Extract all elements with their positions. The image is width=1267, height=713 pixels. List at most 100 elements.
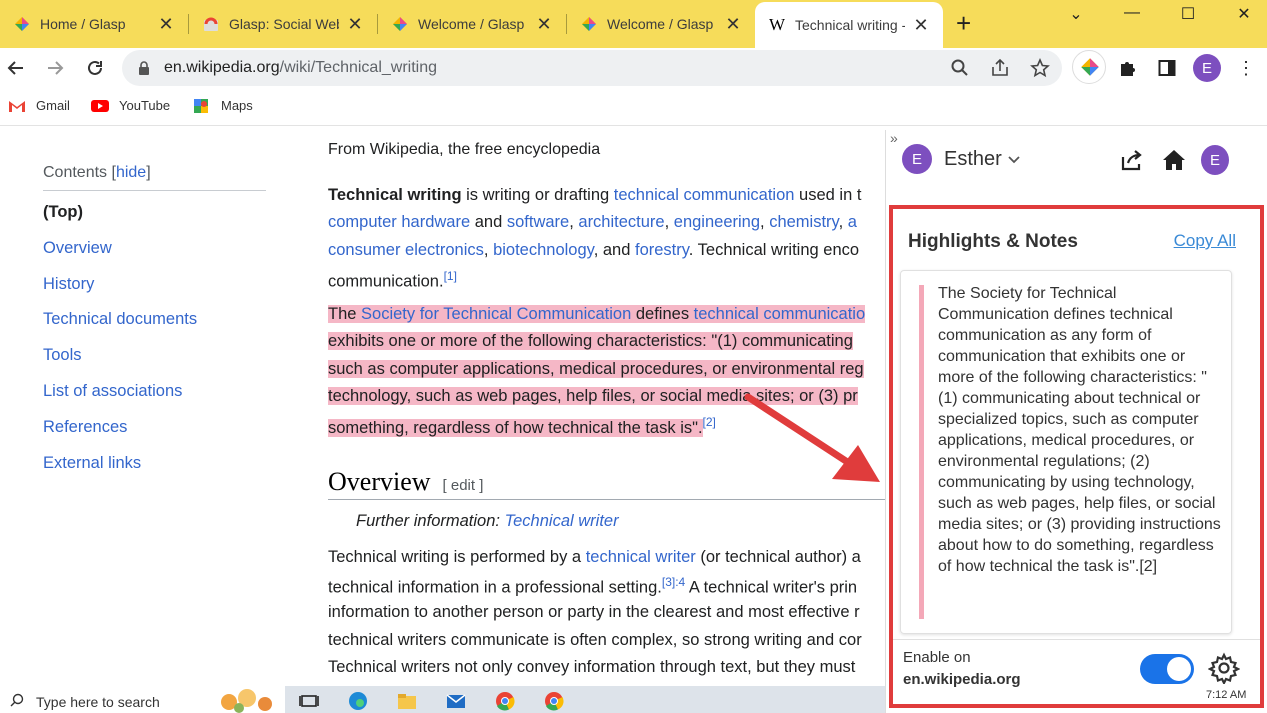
close-icon[interactable]: ✕	[158, 14, 174, 35]
tab-technical-writing[interactable]: W Technical writing - ✕	[755, 2, 943, 48]
toc-item-tools[interactable]: Tools	[43, 338, 266, 374]
url-text[interactable]: en.wikipedia.org/wiki/Technical_writing	[164, 59, 437, 77]
divider	[893, 639, 1260, 640]
menu-kebab-icon[interactable]: ⋮	[1232, 54, 1260, 82]
link[interactable]: computer hardware	[328, 213, 470, 231]
chevron-down-icon[interactable]: ⌄	[1066, 4, 1086, 24]
chrome-icon[interactable]	[494, 690, 516, 712]
profile-button[interactable]: E	[1193, 54, 1221, 82]
citation-link[interactable]: [1]	[444, 269, 457, 283]
toc-item-list-of-associations[interactable]: List of associations	[43, 374, 266, 410]
highlight-card[interactable]: The Society for Technical Communication …	[900, 270, 1232, 634]
close-icon[interactable]: ✕	[536, 14, 552, 35]
new-tab-button[interactable]: +	[956, 10, 971, 36]
share-icon[interactable]	[990, 58, 1010, 78]
glasp-icon	[582, 17, 596, 31]
gmail-icon	[9, 100, 25, 112]
text: used in t	[794, 186, 862, 204]
link[interactable]: consumer electronics	[328, 241, 484, 259]
link[interactable]: biotechnology	[493, 241, 594, 259]
close-icon[interactable]: ✕	[913, 15, 929, 36]
task-view-icon[interactable]	[298, 690, 320, 712]
link[interactable]: technical communication	[614, 186, 795, 204]
highlighted-line: something, regardless of how technical t…	[328, 415, 716, 438]
tab-title: Glasp: Social Web	[229, 16, 339, 32]
glasp-icon	[393, 17, 407, 31]
toc-item-top[interactable]: (Top)	[43, 195, 266, 231]
link[interactable]: a	[848, 213, 857, 231]
glasp-icon	[15, 17, 29, 31]
paragraph-line: consumer electronics, biotechnology, and…	[328, 241, 859, 260]
search-icon	[10, 693, 24, 707]
close-window-button[interactable]: ✕	[1234, 4, 1254, 24]
close-icon[interactable]: ✕	[347, 14, 363, 35]
citation-link[interactable]: [3]:4	[662, 575, 685, 589]
text: communication.	[328, 272, 444, 291]
link[interactable]: Technical writer	[505, 512, 619, 530]
tab-glasp-social[interactable]: Glasp: Social Web ✕	[189, 0, 377, 48]
collapse-sidebar-button[interactable]: »	[890, 130, 898, 146]
share-icon[interactable]	[1118, 146, 1146, 174]
home-icon[interactable]	[1160, 146, 1188, 174]
forward-button[interactable]	[41, 54, 69, 82]
tab-welcome-glasp-2[interactable]: Welcome / Glasp ✕	[567, 0, 755, 48]
chrome-profile-icon[interactable]	[543, 690, 565, 712]
bookmark-maps[interactable]: Maps	[193, 98, 253, 113]
maximize-button[interactable]: ☐	[1178, 4, 1198, 24]
copy-all-link[interactable]: Copy All	[1174, 231, 1236, 251]
reload-button[interactable]	[81, 54, 109, 82]
toc-item-overview[interactable]: Overview	[43, 231, 266, 267]
extensions-button[interactable]	[1114, 54, 1142, 82]
minimize-button[interactable]: —	[1122, 4, 1142, 22]
edit-link[interactable]: [ edit ]	[443, 477, 484, 494]
chrome-store-icon	[204, 17, 218, 31]
tab-welcome-glasp-1[interactable]: Welcome / Glasp ✕	[378, 0, 566, 48]
link[interactable]: Society for Technical Communication	[361, 305, 631, 323]
gear-icon[interactable]	[1208, 652, 1240, 684]
profile-button[interactable]: E	[1201, 145, 1229, 175]
link[interactable]: forestry	[635, 241, 689, 259]
bookmark-gmail[interactable]: Gmail	[8, 98, 70, 113]
taskbar-search[interactable]: Type here to search	[0, 686, 285, 713]
link[interactable]: architecture	[578, 213, 664, 231]
toc-item-technical-documents[interactable]: Technical documents	[43, 302, 266, 338]
link[interactable]: engineering	[674, 213, 760, 231]
bookmark-star-icon[interactable]	[1030, 58, 1050, 78]
toc-item-external-links[interactable]: External links	[43, 446, 266, 482]
highlight-span: The Society for Technical Communication …	[328, 305, 866, 323]
search-icon[interactable]	[950, 58, 970, 78]
close-icon[interactable]: ✕	[725, 14, 741, 35]
user-switcher[interactable]: E Esther	[902, 144, 1020, 174]
highlight-text[interactable]: The Society for Technical Communication …	[938, 283, 1223, 577]
link[interactable]: technical communicatio	[694, 305, 866, 323]
enable-toggle[interactable]	[1140, 654, 1194, 684]
glasp-icon	[1081, 58, 1099, 76]
toc-hide-link[interactable]: hide	[116, 164, 146, 181]
text: ,	[569, 213, 579, 231]
glasp-extension-button[interactable]	[1072, 50, 1106, 84]
tab-title: Welcome / Glasp	[418, 16, 525, 32]
lock-icon[interactable]	[138, 61, 150, 75]
address-bar[interactable]: en.wikipedia.org/wiki/Technical_writing	[122, 50, 1062, 86]
text: , and	[593, 241, 635, 259]
puzzle-icon	[1121, 62, 1135, 76]
bookmark-label: YouTube	[119, 98, 171, 113]
side-panel-button[interactable]	[1153, 54, 1181, 82]
edge-icon[interactable]	[347, 690, 369, 712]
link[interactable]: software	[507, 213, 569, 231]
bookmark-youtube[interactable]: YouTube	[91, 98, 170, 113]
mail-icon[interactable]	[445, 690, 467, 712]
text: ,	[483, 241, 494, 259]
toc-item-history[interactable]: History	[43, 267, 266, 303]
tab-strip: Home / Glasp ✕ Glasp: Social Web ✕ Welco…	[0, 0, 1267, 48]
text: is writing or drafting	[461, 186, 614, 204]
citation-link[interactable]: [2]	[703, 415, 716, 429]
file-explorer-icon[interactable]	[396, 690, 418, 712]
link[interactable]: technical writer	[586, 548, 696, 566]
link[interactable]: chemistry	[769, 213, 838, 231]
toc-item-references[interactable]: References	[43, 410, 266, 446]
windows-taskbar: Type here to search	[0, 686, 885, 713]
highlighted-line: exhibits one or more of the following ch…	[328, 332, 853, 351]
back-button[interactable]	[2, 54, 30, 82]
tab-home-glasp[interactable]: Home / Glasp ✕	[0, 0, 188, 48]
